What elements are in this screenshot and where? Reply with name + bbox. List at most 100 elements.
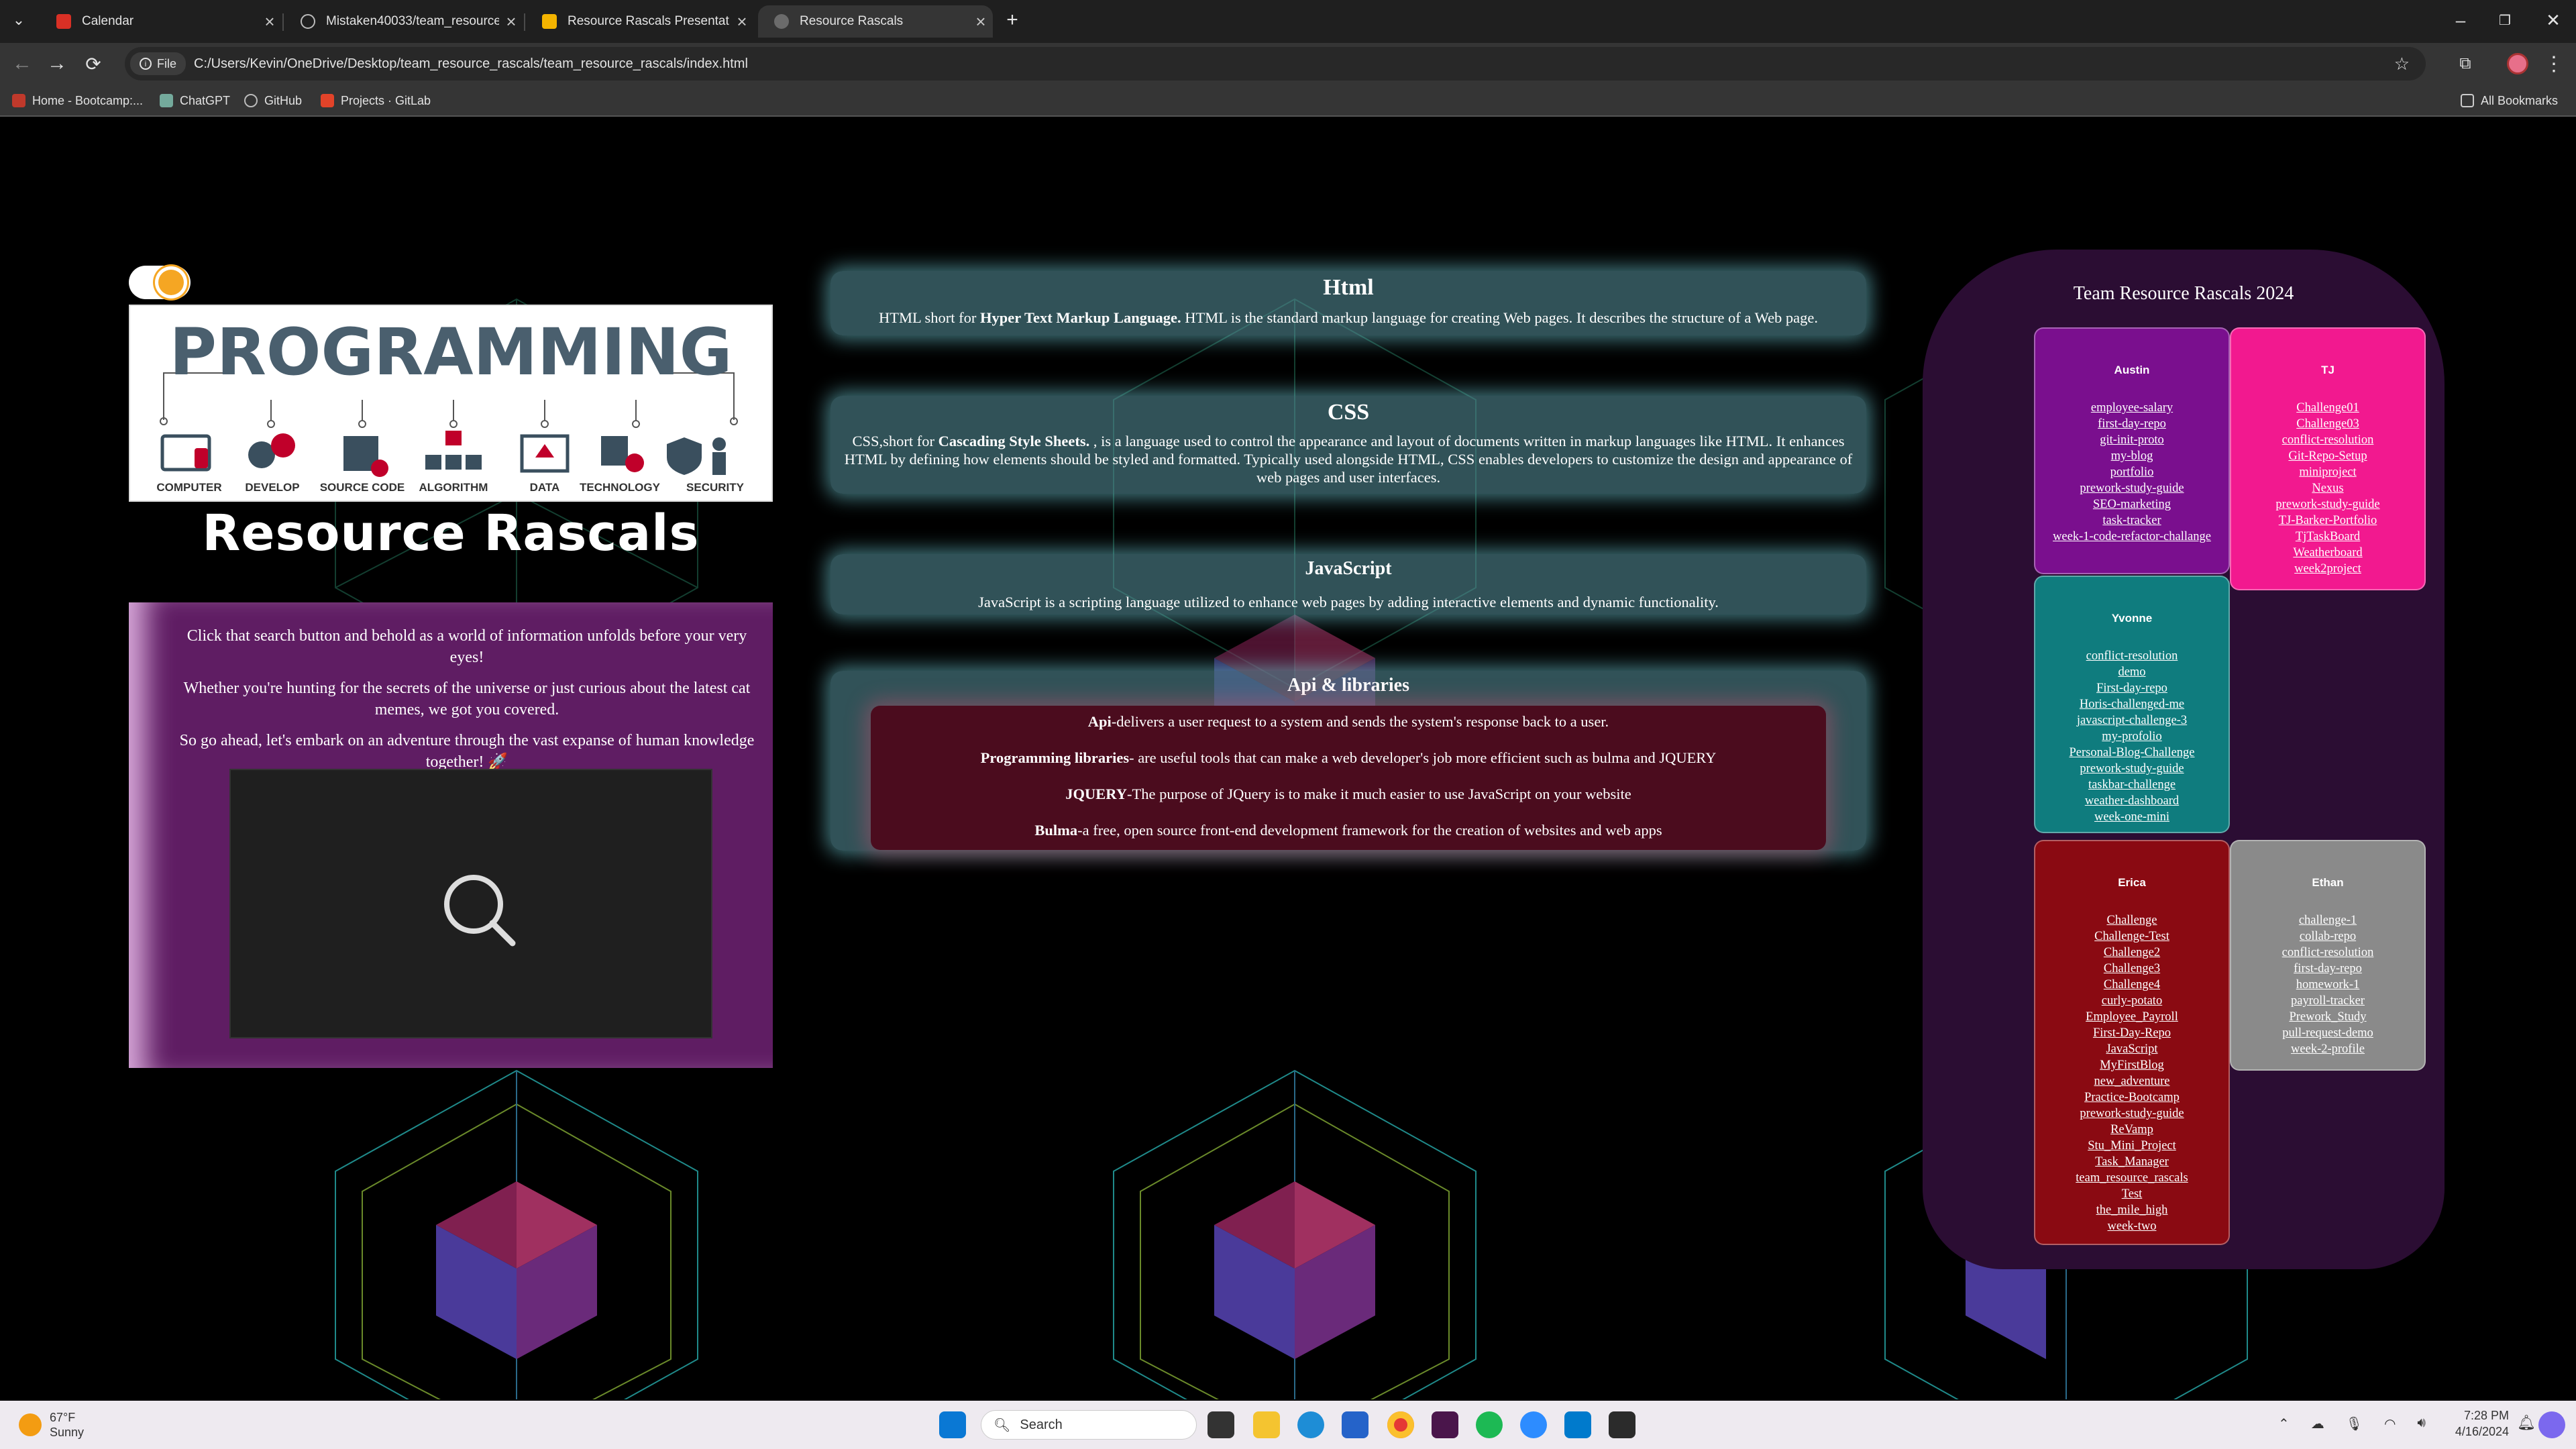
- search-button[interactable]: [229, 769, 712, 1038]
- repo-link[interactable]: Challenge-Test: [2035, 928, 2229, 945]
- repo-link[interactable]: collab-repo: [2231, 928, 2424, 945]
- reload-icon[interactable]: ⟳: [78, 48, 109, 79]
- new-tab-plus-icon[interactable]: +: [996, 0, 1029, 40]
- close-window-icon[interactable]: ✕: [2526, 0, 2576, 40]
- repo-link[interactable]: First-Day-Repo: [2035, 1025, 2229, 1041]
- close-tab-icon[interactable]: ×: [730, 11, 754, 32]
- repo-link[interactable]: prework-study-guide: [2231, 496, 2424, 513]
- task-view-icon[interactable]: [1208, 1411, 1234, 1438]
- forward-arrow-icon[interactable]: →: [42, 48, 72, 79]
- repo-link[interactable]: Test: [2035, 1186, 2229, 1202]
- system-tray[interactable]: ⌃ ☁ 🎙︎ ◠ 🔊︎: [2278, 1415, 2426, 1436]
- repo-link[interactable]: JavaScript: [2035, 1041, 2229, 1057]
- repo-link[interactable]: first-day-repo: [2231, 961, 2424, 977]
- repo-link[interactable]: week-1-code-refactor-challange: [2035, 529, 2229, 545]
- profile-avatar[interactable]: [2502, 48, 2533, 79]
- repo-link[interactable]: javascript-challenge-3: [2035, 712, 2229, 729]
- repo-link[interactable]: Challenge4: [2035, 977, 2229, 993]
- repo-link[interactable]: week-2-profile: [2231, 1041, 2424, 1057]
- repo-link[interactable]: week2project: [2231, 561, 2424, 577]
- tray-overflow-chevron-icon[interactable]: ⌃: [2278, 1415, 2290, 1436]
- bookmark-gitlab[interactable]: Projects · GitLab: [321, 91, 431, 110]
- browser-menu-icon[interactable]: ⋮: [2538, 48, 2569, 79]
- weather-widget[interactable]: 67°F Sunny: [19, 1407, 84, 1442]
- windows-start-icon[interactable]: [939, 1411, 966, 1438]
- repo-link[interactable]: Challenge2: [2035, 945, 2229, 961]
- tab-resource-rascals[interactable]: Resource Rascals ×: [758, 5, 993, 38]
- repo-link[interactable]: Stu_Mini_Project: [2035, 1138, 2229, 1154]
- repo-link[interactable]: Git-Repo-Setup: [2231, 448, 2424, 464]
- vscode-icon[interactable]: [1564, 1411, 1591, 1438]
- repo-link[interactable]: Weatherboard: [2231, 545, 2424, 561]
- repo-link[interactable]: prework-study-guide: [2035, 1106, 2229, 1122]
- extensions-icon[interactable]: ⧉: [2450, 48, 2481, 79]
- repo-link[interactable]: my-profolio: [2035, 729, 2229, 745]
- repo-link[interactable]: employee-salary: [2035, 400, 2229, 416]
- repo-link[interactable]: ReVamp: [2035, 1122, 2229, 1138]
- repo-link[interactable]: portfolio: [2035, 464, 2229, 480]
- repo-link[interactable]: week-two: [2035, 1218, 2229, 1234]
- repo-link[interactable]: week-one-mini: [2035, 809, 2229, 825]
- microsoft-store-icon[interactable]: [1342, 1411, 1368, 1438]
- repo-link[interactable]: Horis-challenged-me: [2035, 696, 2229, 712]
- repo-link[interactable]: weather-dashboard: [2035, 793, 2229, 809]
- close-tab-icon[interactable]: ×: [969, 11, 993, 32]
- repo-link[interactable]: task-tracker: [2035, 513, 2229, 529]
- repo-link[interactable]: Challenge03: [2231, 416, 2424, 432]
- repo-link[interactable]: TJ-Barker-Portfolio: [2231, 513, 2424, 529]
- tab-search-chevron-icon[interactable]: ⌄: [0, 0, 38, 40]
- bookmark-chatgpt[interactable]: ChatGPT: [160, 91, 230, 110]
- repo-link[interactable]: First-day-repo: [2035, 680, 2229, 696]
- repo-link[interactable]: Task_Manager: [2035, 1154, 2229, 1170]
- repo-link[interactable]: prework-study-guide: [2035, 761, 2229, 777]
- bookmark-star-icon[interactable]: ☆: [2394, 54, 2410, 74]
- close-tab-icon[interactable]: ×: [258, 11, 282, 32]
- address-bar[interactable]: i File C:/Users/Kevin/OneDrive/Desktop/t…: [125, 47, 2426, 80]
- repo-link[interactable]: conflict-resolution: [2231, 945, 2424, 961]
- repo-link[interactable]: Practice-Bootcamp: [2035, 1089, 2229, 1106]
- repo-link[interactable]: conflict-resolution: [2231, 432, 2424, 448]
- terminal-icon[interactable]: [1609, 1411, 1635, 1438]
- repo-link[interactable]: Challenge01: [2231, 400, 2424, 416]
- all-bookmarks-button[interactable]: All Bookmarks: [2461, 91, 2558, 110]
- tab-calendar[interactable]: Calendar ×: [40, 5, 282, 38]
- restore-window-icon[interactable]: ❐: [2478, 0, 2532, 40]
- repo-link[interactable]: the_mile_high: [2035, 1202, 2229, 1218]
- copilot-icon[interactable]: [2538, 1411, 2565, 1438]
- back-arrow-icon[interactable]: ←: [7, 48, 38, 79]
- repo-link[interactable]: MyFirstBlog: [2035, 1057, 2229, 1073]
- repo-link[interactable]: challenge-1: [2231, 912, 2424, 928]
- taskbar-search-box[interactable]: 🔍︎ Search: [981, 1410, 1197, 1440]
- tab-presentation[interactable]: Resource Rascals Presentation ×: [526, 5, 754, 38]
- repo-link[interactable]: prework-study-guide: [2035, 480, 2229, 496]
- file-scheme-chip[interactable]: i File: [130, 52, 186, 75]
- file-explorer-icon[interactable]: [1253, 1411, 1280, 1438]
- repo-link[interactable]: git-init-proto: [2035, 432, 2229, 448]
- repo-link[interactable]: Challenge3: [2035, 961, 2229, 977]
- repo-link[interactable]: team_resource_rascals: [2035, 1170, 2229, 1186]
- repo-link[interactable]: my-blog: [2035, 448, 2229, 464]
- repo-link[interactable]: curly-potato: [2035, 993, 2229, 1009]
- notifications-bell-icon[interactable]: 🔔︎: [2517, 1414, 2536, 1432]
- repo-link[interactable]: miniproject: [2231, 464, 2424, 480]
- tab-github-repo[interactable]: Mistaken40033/team_resource_ ×: [284, 5, 523, 38]
- repo-link[interactable]: taskbar-challenge: [2035, 777, 2229, 793]
- repo-link[interactable]: Employee_Payroll: [2035, 1009, 2229, 1025]
- zoom-icon[interactable]: [1520, 1411, 1547, 1438]
- repo-link[interactable]: Prework_Study: [2231, 1009, 2424, 1025]
- bookmark-home-bootcamp[interactable]: Home - Bootcamp:...: [12, 91, 143, 110]
- close-tab-icon[interactable]: ×: [499, 11, 523, 32]
- onedrive-cloud-icon[interactable]: ☁: [2311, 1415, 2324, 1436]
- spotify-icon[interactable]: [1476, 1411, 1503, 1438]
- microphone-icon[interactable]: 🎙︎: [2346, 1415, 2363, 1436]
- repo-link[interactable]: demo: [2035, 664, 2229, 680]
- volume-icon[interactable]: 🔊︎: [2417, 1415, 2426, 1436]
- repo-link[interactable]: first-day-repo: [2035, 416, 2229, 432]
- repo-link[interactable]: TjTaskBoard: [2231, 529, 2424, 545]
- repo-link[interactable]: new_adventure: [2035, 1073, 2229, 1089]
- repo-link[interactable]: homework-1: [2231, 977, 2424, 993]
- theme-toggle[interactable]: [129, 266, 191, 299]
- repo-link[interactable]: Personal-Blog-Challenge: [2035, 745, 2229, 761]
- edge-browser-icon[interactable]: [1297, 1411, 1324, 1438]
- slack-icon[interactable]: [1432, 1411, 1458, 1438]
